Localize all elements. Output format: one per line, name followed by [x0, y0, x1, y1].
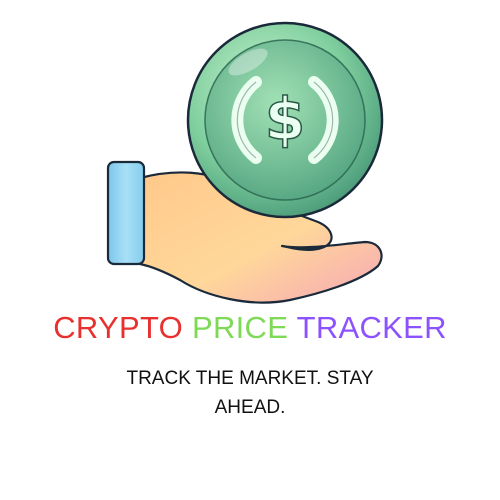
brand-title: CRYPTO PRICE TRACKER	[0, 308, 500, 348]
logo-canvas: $ CRYPTO PRICE TRACKER TRACK THE MARKET.…	[0, 0, 500, 500]
hand-holding-coin-icon: $	[106, 21, 384, 304]
tagline: TRACK THE MARKET. STAY AHEAD.	[126, 368, 374, 418]
cuff-icon	[106, 160, 146, 266]
title-word-price: PRICE	[191, 310, 289, 345]
dollar-sign: $	[265, 85, 305, 153]
title-word-crypto: CRYPTO	[53, 310, 184, 345]
dollar-coin-icon: $	[186, 21, 384, 219]
title-word-tracker: TRACKER	[296, 310, 447, 345]
